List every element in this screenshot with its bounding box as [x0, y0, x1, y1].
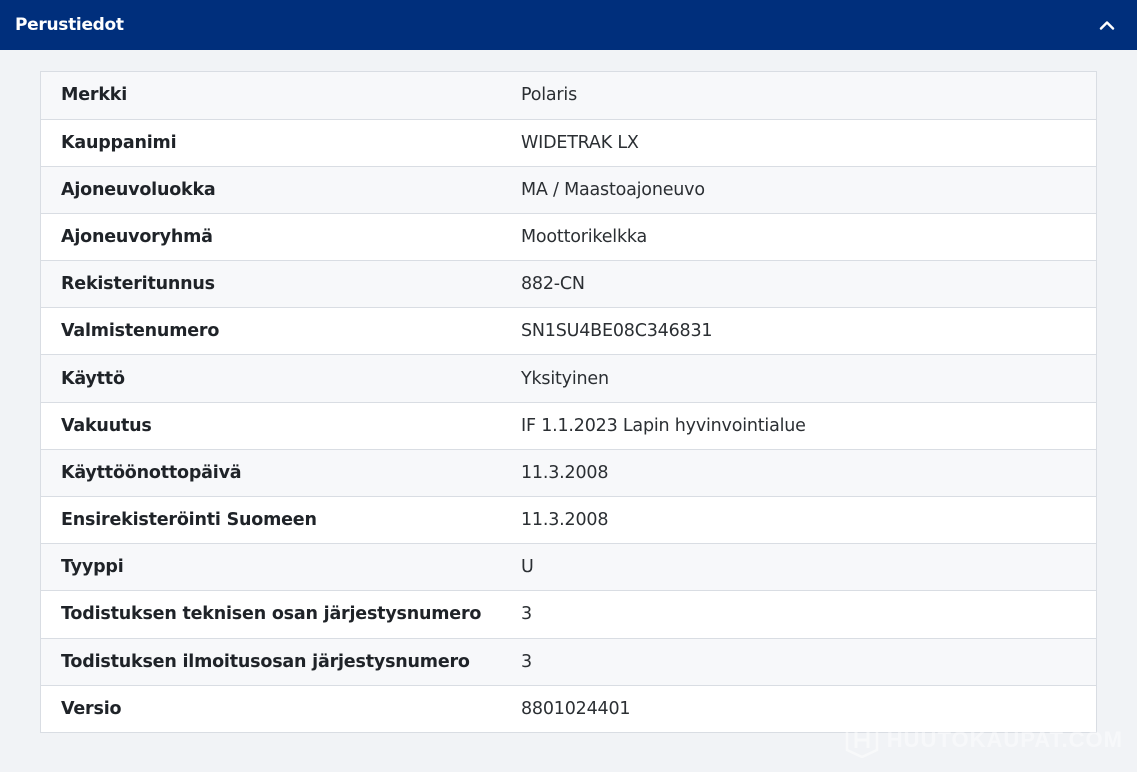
row-value: MA / Maastoajoneuvo [521, 179, 705, 200]
row-label: Ajoneuvoluokka [61, 179, 216, 200]
table-row: Käyttöönottopäivä 11.3.2008 [41, 448, 1096, 496]
table-row: Kauppanimi WIDETRAK LX [41, 118, 1096, 166]
row-label: Käyttö [61, 368, 125, 389]
section-title: Perustiedot [15, 15, 124, 35]
table-row: Tyyppi U [41, 543, 1096, 591]
row-value: IF 1.1.2023 Lapin hyvinvointialue [521, 415, 806, 436]
table-row: Ensirekisteröinti Suomeen 11.3.2008 [41, 496, 1096, 544]
watermark-text: HUUTOKAUPAT.COM [886, 727, 1123, 752]
row-value: 11.3.2008 [521, 510, 609, 531]
row-label: Rekisteritunnus [61, 274, 215, 295]
row-label: Valmistenumero [61, 321, 220, 342]
details-table: Merkki Polaris Kauppanimi WIDETRAK LX Ajoneu… [40, 71, 1097, 733]
row-label: Kauppanimi [61, 132, 177, 153]
row-value: SN1SU4BE08C346831 [521, 321, 713, 342]
table-row: Ajoneuvoluokka MA / Maastoajoneuvo [41, 165, 1096, 213]
row-label: Käyttöönottopäivä [61, 462, 242, 483]
row-value: 8801024401 [521, 698, 631, 719]
table-row: Todistuksen teknisen osan järjestysnumer… [41, 590, 1096, 638]
chevron-up-icon[interactable] [1097, 15, 1117, 35]
table-row: Käyttö Yksityinen [41, 354, 1096, 402]
row-label: Ensirekisteröinti Suomeen [61, 510, 317, 531]
table-row: Vakuutus IF 1.1.2023 Lapin hyvinvointialu… [41, 401, 1096, 449]
watermark: HUUTOKAUPAT.COM [845, 721, 1123, 759]
row-label: Vakuutus [61, 415, 152, 436]
row-value: 3 [521, 651, 532, 672]
row-value: 3 [521, 604, 532, 625]
row-value: WIDETRAK LX [521, 132, 639, 153]
row-value: U [521, 557, 534, 578]
row-label: Tyyppi [61, 557, 124, 578]
section-header-perustiedot[interactable]: Perustiedot [0, 0, 1137, 50]
row-value: Yksityinen [521, 368, 609, 389]
row-label: Versio [61, 698, 122, 719]
table-row: Valmistenumero SN1SU4BE08C346831 [41, 307, 1096, 355]
row-label: Merkki [61, 85, 127, 106]
row-value: 11.3.2008 [521, 462, 609, 483]
table-row: Ajoneuvoryhmä Moottorikelkka [41, 212, 1096, 261]
huutokaupat-logo-icon [845, 721, 879, 759]
row-value: 882-CN [521, 274, 585, 295]
row-value: Polaris [521, 85, 577, 106]
row-label: Ajoneuvoryhmä [61, 226, 213, 247]
row-label: Todistuksen teknisen osan järjestysnumer… [61, 604, 482, 625]
table-row: Rekisteritunnus 882-CN [41, 260, 1096, 308]
table-row: Merkki Polaris [41, 72, 1096, 119]
row-label: Todistuksen ilmoitusosan järjestysnumero [61, 651, 470, 672]
row-value: Moottorikelkka [521, 226, 648, 247]
table-row: Todistuksen ilmoitusosan järjestysnumero… [41, 637, 1096, 685]
